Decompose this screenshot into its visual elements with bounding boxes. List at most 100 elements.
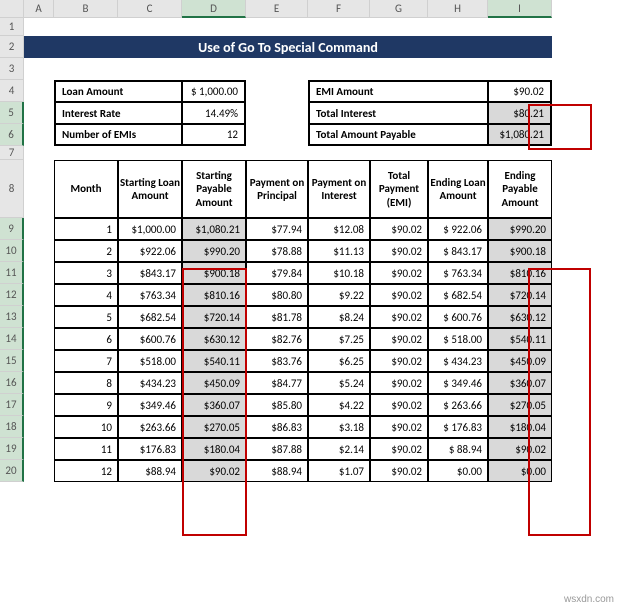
table-cell[interactable]: $77.94 [246,218,308,240]
table-cell[interactable]: $0.00 [488,460,552,482]
table-cell[interactable]: $176.83 [118,438,182,460]
col-header-i[interactable]: I [488,0,552,18]
table-cell[interactable]: $88.94 [246,460,308,482]
row-header[interactable]: 13 [0,306,24,328]
cell[interactable] [246,124,308,146]
table-cell[interactable]: $ 263.66 [428,394,488,416]
loan-amount-value[interactable]: $ 1,000.00 [182,80,246,102]
table-cell[interactable]: $90.02 [370,262,428,284]
total-payable-value[interactable]: $1,080.21 [488,124,552,146]
select-all-corner[interactable] [0,0,24,18]
table-cell[interactable]: $0.00 [428,460,488,482]
table-cell[interactable]: $180.04 [488,416,552,438]
table-cell[interactable]: 9 [54,394,118,416]
table-cell[interactable]: $360.07 [488,372,552,394]
table-cell[interactable]: $270.05 [488,394,552,416]
table-cell[interactable]: $86.83 [246,416,308,438]
cell[interactable] [24,394,54,416]
table-cell[interactable]: $9.22 [308,284,370,306]
row-header[interactable]: 18 [0,416,24,438]
cell[interactable] [24,18,552,36]
table-cell[interactable]: $90.02 [370,350,428,372]
table-cell[interactable]: $81.78 [246,306,308,328]
cell[interactable] [24,160,54,218]
table-cell[interactable]: $8.24 [308,306,370,328]
table-cell[interactable]: $87.88 [246,438,308,460]
table-cell[interactable]: 1 [54,218,118,240]
table-cell[interactable]: $12.08 [308,218,370,240]
table-cell[interactable]: $ 843.17 [428,240,488,262]
table-cell[interactable]: $11.13 [308,240,370,262]
table-cell[interactable]: 8 [54,372,118,394]
table-cell[interactable]: $83.76 [246,350,308,372]
table-cell[interactable]: $78.88 [246,240,308,262]
cell[interactable] [246,102,308,124]
table-cell[interactable]: $88.94 [118,460,182,482]
cell[interactable] [24,146,552,160]
table-cell[interactable]: $630.12 [182,328,246,350]
table-cell[interactable]: $3.18 [308,416,370,438]
table-cell[interactable]: $720.14 [182,306,246,328]
table-cell[interactable]: $518.00 [118,350,182,372]
table-cell[interactable]: 7 [54,350,118,372]
table-cell[interactable]: $540.11 [488,328,552,350]
table-cell[interactable]: 11 [54,438,118,460]
cell[interactable] [24,124,54,146]
cell[interactable] [24,416,54,438]
row-header[interactable]: 5 [0,102,24,124]
cell[interactable] [24,240,54,262]
row-header[interactable]: 3 [0,58,24,80]
cell[interactable] [246,80,308,102]
row-header[interactable]: 1 [0,18,24,36]
table-cell[interactable]: $10.18 [308,262,370,284]
table-cell[interactable]: $ 922.06 [428,218,488,240]
cell[interactable] [24,218,54,240]
table-cell[interactable]: $ 763.34 [428,262,488,284]
table-cell[interactable]: $80.80 [246,284,308,306]
table-cell[interactable]: $5.24 [308,372,370,394]
row-header[interactable]: 8 [0,160,24,218]
table-cell[interactable]: $84.77 [246,372,308,394]
col-header-h[interactable]: H [428,0,488,18]
row-header[interactable]: 6 [0,124,24,146]
table-cell[interactable]: $ 518.00 [428,328,488,350]
table-cell[interactable]: $90.02 [370,416,428,438]
row-header[interactable]: 15 [0,350,24,372]
table-cell[interactable]: $90.02 [370,306,428,328]
cell[interactable] [24,372,54,394]
row-header[interactable]: 9 [0,218,24,240]
cell[interactable] [24,80,54,102]
row-header[interactable]: 16 [0,372,24,394]
table-cell[interactable]: $90.02 [370,284,428,306]
table-cell[interactable]: $450.09 [488,350,552,372]
table-cell[interactable]: $ 600.76 [428,306,488,328]
cell[interactable] [24,262,54,284]
table-cell[interactable]: $349.46 [118,394,182,416]
table-cell[interactable]: $1,080.21 [182,218,246,240]
table-cell[interactable]: $682.54 [118,306,182,328]
table-cell[interactable]: 12 [54,460,118,482]
cell[interactable] [24,328,54,350]
table-cell[interactable]: $90.02 [370,394,428,416]
table-cell[interactable]: $763.34 [118,284,182,306]
table-cell[interactable]: $90.02 [488,438,552,460]
table-cell[interactable]: $ 434.23 [428,350,488,372]
cell[interactable] [24,460,54,482]
table-cell[interactable]: $ 176.83 [428,416,488,438]
row-header[interactable]: 11 [0,262,24,284]
col-header-g[interactable]: G [370,0,428,18]
cell[interactable] [24,350,54,372]
table-cell[interactable]: $90.02 [370,460,428,482]
table-cell[interactable]: $600.76 [118,328,182,350]
table-cell[interactable]: $843.17 [118,262,182,284]
table-cell[interactable]: $90.02 [370,218,428,240]
cell[interactable] [24,306,54,328]
table-cell[interactable]: $ 349.46 [428,372,488,394]
cell[interactable] [24,58,552,80]
table-cell[interactable]: $90.02 [370,240,428,262]
emi-amount-value[interactable]: $90.02 [488,80,552,102]
table-cell[interactable]: $82.76 [246,328,308,350]
table-cell[interactable]: $1.07 [308,460,370,482]
cell[interactable] [24,438,54,460]
table-cell[interactable]: $630.12 [488,306,552,328]
